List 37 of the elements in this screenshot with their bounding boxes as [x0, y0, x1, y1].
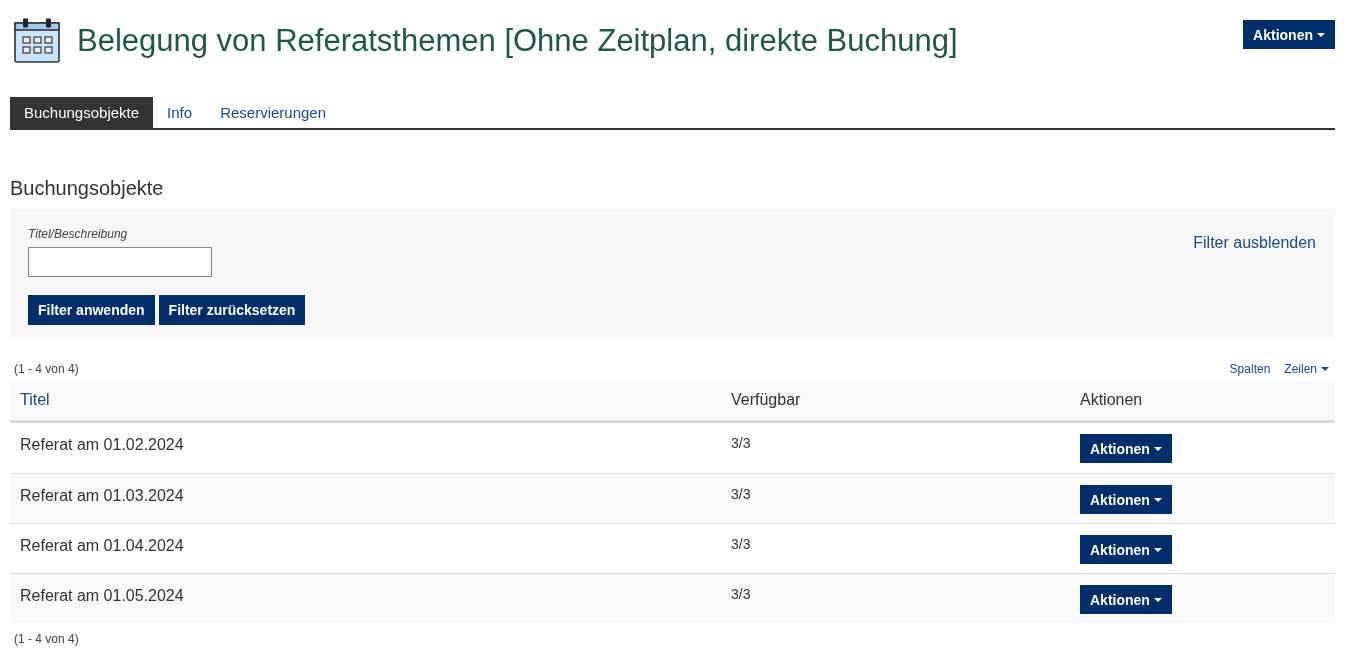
columns-link[interactable]: Spalten: [1229, 362, 1271, 376]
hide-filter-link[interactable]: Filter ausblenden: [1193, 233, 1316, 253]
table-cell: Referat am 01.02.2024: [20, 435, 184, 455]
caret-icon: [1153, 446, 1162, 451]
result-count: (1 - 4 von 4): [13, 631, 80, 648]
actions-dropdown-button[interactable]: Aktionen: [1080, 585, 1172, 614]
column-header-link[interactable]: Titel: [20, 391, 50, 408]
table-cell: Referat am 01.04.2024: [20, 536, 184, 556]
actions-dropdown-button[interactable]: Aktionen: [1243, 20, 1335, 49]
caret-icon: [1153, 497, 1162, 502]
table-cell: Referat am 01.03.2024: [20, 486, 184, 506]
reset-filter-button[interactable]: Filter zurücksetzen: [158, 295, 306, 325]
section-heading: Buchungsobjekte: [10, 176, 165, 200]
column-header: Aktionen: [1080, 391, 1143, 408]
table-cell: 3/3: [731, 585, 751, 603]
page-title: Belegung von Referatsthemen [Ohne Zeitplan, direkte Buchung]: [77, 22, 959, 60]
column-header: Verfügbar: [731, 391, 801, 408]
calendar-icon: [14, 18, 60, 63]
actions-dropdown-button[interactable]: Aktionen: [1080, 535, 1172, 564]
actions-dropdown-button[interactable]: Aktionen: [1080, 434, 1172, 463]
table-cell: 3/3: [731, 485, 751, 503]
caret-icon: [1153, 597, 1162, 602]
actions-dropdown-button[interactable]: Aktionen: [1080, 485, 1172, 514]
apply-filter-button[interactable]: Filter anwenden: [28, 295, 155, 325]
caret-icon: [1321, 367, 1329, 371]
caret-icon: [1317, 32, 1325, 37]
table-cell: 3/3: [731, 535, 751, 553]
table-cell: 3/3: [731, 434, 751, 452]
caret-icon: [1153, 547, 1162, 552]
rows-dropdown-link[interactable]: Zeilen: [1284, 362, 1329, 376]
result-count: (1 - 4 von 4): [13, 361, 79, 378]
tab[interactable]: Info: [153, 97, 207, 128]
field-label: Titel/Beschreibung: [28, 227, 128, 241]
tab[interactable]: Buchungsobjekte: [10, 97, 154, 128]
table-cell: Referat am 01.05.2024: [20, 586, 184, 606]
title-description-input[interactable]: [28, 247, 212, 277]
tab[interactable]: Reservierungen: [206, 97, 341, 128]
